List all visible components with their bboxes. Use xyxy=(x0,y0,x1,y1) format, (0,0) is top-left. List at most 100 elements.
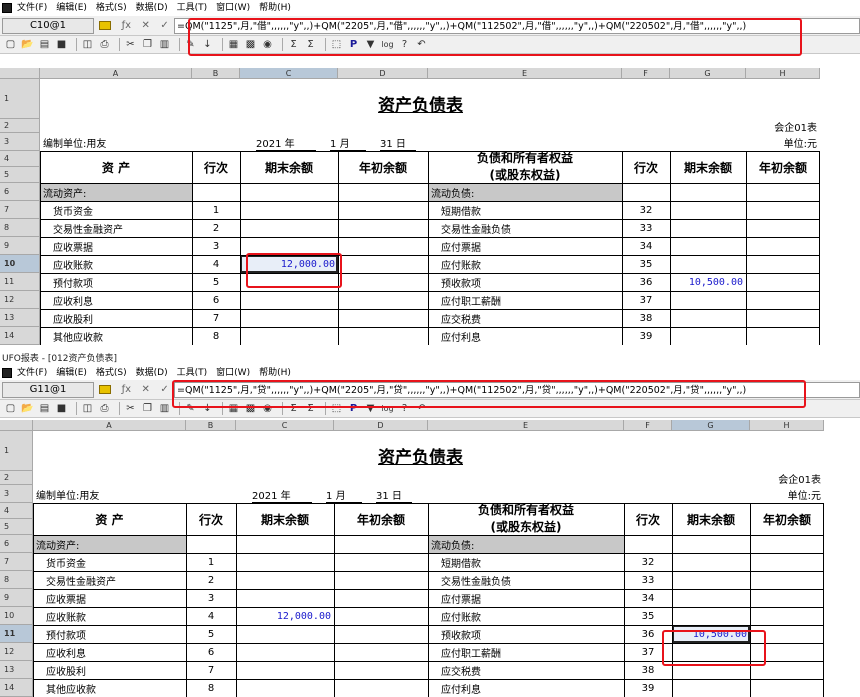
column-header[interactable]: G xyxy=(670,68,746,79)
row-header[interactable]: 6 xyxy=(0,535,33,553)
column-header[interactable]: C xyxy=(240,68,338,79)
liability-end-balance[interactable] xyxy=(670,291,746,309)
asset-line[interactable]: 4 xyxy=(186,607,236,625)
menu-tools[interactable]: 工具(T) xyxy=(177,366,208,380)
asset-name[interactable]: 应收股利 xyxy=(40,309,192,327)
close-doc-icon[interactable]: ▤ xyxy=(38,38,51,51)
row-header[interactable]: 14 xyxy=(0,679,33,697)
liability-line[interactable]: 39 xyxy=(624,679,672,697)
column-header[interactable]: F xyxy=(622,68,670,79)
asset-line[interactable]: 1 xyxy=(186,553,236,571)
asset-line[interactable]: 1 xyxy=(192,201,240,219)
confirm-icon[interactable]: ✓ xyxy=(160,20,168,31)
row-header[interactable]: 8 xyxy=(0,219,40,237)
row-header[interactable]: 1 xyxy=(0,431,33,471)
menu-tools[interactable]: 工具(T) xyxy=(177,0,208,16)
column-header[interactable]: A xyxy=(33,420,186,431)
liability-end-balance[interactable] xyxy=(670,327,746,345)
cell-reference-box[interactable]: C10@1 xyxy=(2,17,94,34)
menu-file[interactable]: 文件(F) xyxy=(17,366,47,380)
asset-line[interactable]: 6 xyxy=(192,291,240,309)
function-icon[interactable]: ƒx xyxy=(122,20,131,31)
liability-name[interactable]: 应付利息 xyxy=(428,679,624,697)
row-header[interactable]: 14 xyxy=(0,327,40,345)
row-header[interactable]: 2 xyxy=(0,119,40,133)
liability-end-balance[interactable] xyxy=(672,553,750,571)
asset-line[interactable]: 8 xyxy=(186,679,236,697)
row-header[interactable]: 12 xyxy=(0,643,33,661)
column-header[interactable]: D xyxy=(338,68,428,79)
row-header[interactable]: 2 xyxy=(0,471,33,485)
liability-line[interactable]: 32 xyxy=(624,553,672,571)
liability-end-balance[interactable] xyxy=(672,607,750,625)
open-icon[interactable]: 📂 xyxy=(21,402,34,415)
asset-end-balance[interactable] xyxy=(236,589,334,607)
liability-name[interactable]: 应付账款 xyxy=(428,255,622,273)
row-header[interactable]: 5 xyxy=(0,167,40,183)
column-header[interactable]: G xyxy=(672,420,750,431)
asset-end-balance[interactable] xyxy=(240,219,338,237)
asset-end-balance[interactable] xyxy=(236,679,334,697)
liability-line[interactable]: 33 xyxy=(624,571,672,589)
asset-name[interactable]: 应收账款 xyxy=(33,607,186,625)
column-header[interactable]: B xyxy=(192,68,240,79)
asset-name[interactable]: 货币资金 xyxy=(40,201,192,219)
liability-line[interactable]: 35 xyxy=(624,607,672,625)
liability-line[interactable]: 33 xyxy=(622,219,670,237)
liability-line[interactable]: 38 xyxy=(622,309,670,327)
cancel-icon[interactable]: ✕ xyxy=(142,384,150,395)
confirm-icon[interactable]: ✓ xyxy=(160,384,168,395)
liability-name[interactable]: 交易性金融负债 xyxy=(428,571,624,589)
save-icon[interactable]: ■ xyxy=(55,38,68,51)
copy-icon[interactable]: ❐ xyxy=(141,402,154,415)
asset-line[interactable]: 7 xyxy=(192,309,240,327)
liability-line[interactable]: 34 xyxy=(622,237,670,255)
new-icon[interactable]: ▢ xyxy=(4,38,17,51)
row-header[interactable]: 9 xyxy=(0,237,40,255)
asset-line[interactable]: 4 xyxy=(192,255,240,273)
liability-end-balance[interactable] xyxy=(672,679,750,697)
cut-icon[interactable]: ✂ xyxy=(124,402,137,415)
corner-header[interactable] xyxy=(0,420,33,431)
asset-line[interactable]: 8 xyxy=(192,327,240,345)
cell-reference-box[interactable]: G11@1 xyxy=(2,381,94,398)
asset-line[interactable]: 3 xyxy=(192,237,240,255)
asset-end-balance[interactable] xyxy=(236,661,334,679)
column-header[interactable]: A xyxy=(40,68,192,79)
row-header[interactable]: 10 xyxy=(0,255,40,273)
asset-name[interactable]: 预付款项 xyxy=(33,625,186,643)
row-header[interactable]: 3 xyxy=(0,133,40,151)
liability-name[interactable]: 应交税费 xyxy=(428,309,622,327)
close-doc-icon[interactable]: ▤ xyxy=(38,402,51,415)
row-header[interactable]: 1 xyxy=(0,79,40,119)
liability-end-balance[interactable] xyxy=(670,237,746,255)
liability-end-balance[interactable] xyxy=(670,255,746,273)
row-header[interactable]: 11 xyxy=(0,625,33,643)
asset-end-balance[interactable] xyxy=(236,571,334,589)
menu-edit[interactable]: 编辑(E) xyxy=(56,0,87,16)
asset-line[interactable]: 2 xyxy=(192,219,240,237)
liability-name[interactable]: 短期借款 xyxy=(428,201,622,219)
row-header[interactable]: 4 xyxy=(0,151,40,167)
menu-format[interactable]: 格式(S) xyxy=(96,0,127,16)
asset-name[interactable]: 应收票据 xyxy=(40,237,192,255)
asset-end-balance[interactable] xyxy=(240,291,338,309)
liability-line[interactable]: 37 xyxy=(622,291,670,309)
row-header[interactable]: 7 xyxy=(0,201,40,219)
corner-header[interactable] xyxy=(0,68,40,79)
paste-icon[interactable]: ▥ xyxy=(158,38,171,51)
folder-icon[interactable] xyxy=(99,21,112,30)
row-header[interactable]: 9 xyxy=(0,589,33,607)
column-header[interactable]: D xyxy=(334,420,428,431)
asset-name[interactable]: 应收票据 xyxy=(33,589,186,607)
asset-name[interactable]: 其他应收款 xyxy=(33,679,186,697)
row-header[interactable]: 11 xyxy=(0,273,40,291)
liability-name[interactable]: 短期借款 xyxy=(428,553,624,571)
row-header[interactable]: 10 xyxy=(0,607,33,625)
row-header[interactable]: 3 xyxy=(0,485,33,503)
menu-window[interactable]: 窗口(W) xyxy=(216,0,250,16)
column-header[interactable]: E xyxy=(428,420,624,431)
menu-edit[interactable]: 编辑(E) xyxy=(56,366,87,380)
asset-end-balance[interactable] xyxy=(236,625,334,643)
asset-end-balance[interactable] xyxy=(236,643,334,661)
